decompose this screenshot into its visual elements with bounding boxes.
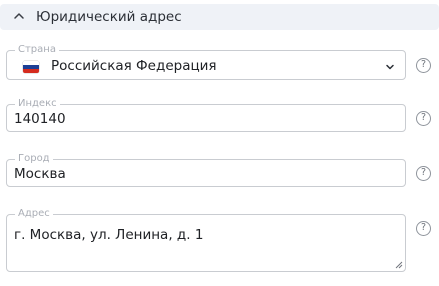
chevron-down-icon[interactable] bbox=[385, 62, 395, 72]
country-value: Российская Федерация bbox=[51, 58, 217, 74]
city-help-icon[interactable]: ? bbox=[416, 166, 431, 181]
postal-code-field[interactable]: Индекс 140140 bbox=[6, 97, 406, 132]
address-value: г. Москва, ул. Ленина, д. 1 bbox=[14, 227, 204, 243]
russia-flag-icon bbox=[23, 61, 39, 73]
resize-handle-icon[interactable] bbox=[394, 260, 403, 269]
address-help-icon[interactable]: ? bbox=[416, 221, 431, 236]
postal-code-value: 140140 bbox=[14, 111, 66, 127]
country-select[interactable]: Страна Российская Федерация bbox=[6, 43, 406, 80]
postal-code-label: Индекс bbox=[15, 97, 60, 110]
chevron-up-icon bbox=[14, 13, 24, 19]
country-help-icon[interactable]: ? bbox=[416, 58, 431, 73]
city-label: Город bbox=[15, 152, 53, 165]
country-label: Страна bbox=[15, 43, 59, 56]
address-textarea[interactable]: Адрес г. Москва, ул. Ленина, д. 1 bbox=[6, 207, 406, 272]
city-value: Москва bbox=[14, 166, 66, 182]
section-header-legal-address[interactable]: Юридический адрес bbox=[0, 4, 439, 30]
section-title: Юридический адрес bbox=[36, 9, 182, 25]
address-label: Адрес bbox=[15, 207, 53, 220]
postal-code-help-icon[interactable]: ? bbox=[416, 111, 431, 126]
city-field[interactable]: Город Москва bbox=[6, 152, 406, 187]
